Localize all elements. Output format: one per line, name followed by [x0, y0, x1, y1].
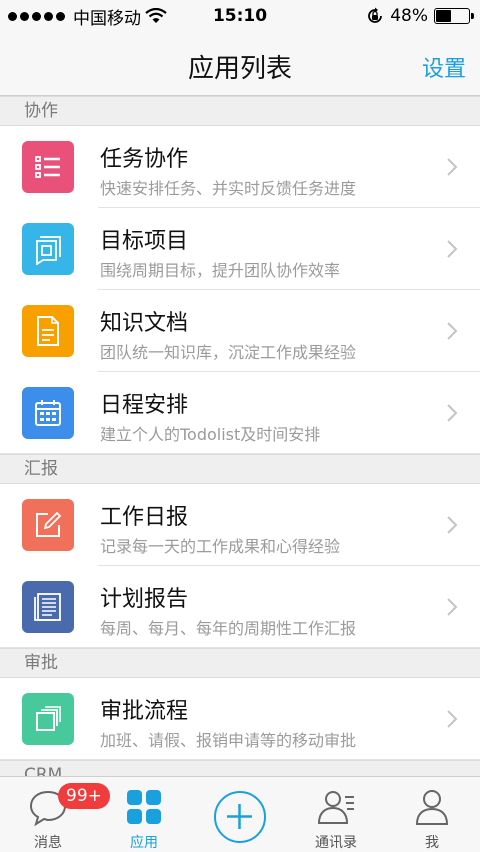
tab-label: 我 [425, 835, 439, 851]
tab-apps[interactable]: 应用 [96, 777, 192, 852]
person-icon [415, 790, 449, 825]
app-item-title: 计划报告 [100, 587, 189, 612]
section-header: CRM [0, 760, 480, 776]
rotation-lock-icon [368, 7, 383, 23]
chevron-right-icon [447, 404, 458, 422]
section-header: 汇报 [0, 454, 480, 484]
status-bar: 中国移动 15:10 48% [0, 0, 480, 32]
app-item-title: 目标项目 [100, 229, 189, 254]
add-button[interactable] [214, 791, 266, 843]
app-item-title: 任务协作 [100, 147, 189, 172]
contacts-icon [317, 791, 354, 824]
app-list[interactable]: 协作任务协作快速安排任务、并实时反馈任务进度目标项目围绕周期目标，提升团队协作效… [0, 96, 480, 776]
tab-label: 通讯录 [315, 835, 357, 851]
app-item-title: 日程安排 [100, 393, 189, 418]
settings-button[interactable]: 设置 [422, 51, 466, 83]
plus-icon [227, 804, 252, 829]
tab-label: 消息 [34, 835, 62, 851]
chevron-right-icon [447, 516, 458, 534]
tab-label: 应用 [130, 835, 158, 851]
app-item-calendar[interactable]: 日程安排建立个人的Todolist及时间安排 [0, 372, 480, 454]
task-list-icon [22, 141, 74, 193]
app-item-title: 工作日报 [100, 505, 189, 530]
app-item-target[interactable]: 目标项目围绕周期目标，提升团队协作效率 [0, 208, 480, 290]
app-item-description: 快速安排任务、并实时反馈任务进度 [100, 179, 357, 198]
row-divider [0, 759, 480, 760]
tab-bar: 99+ 消息 应用 通讯录 我 [0, 776, 480, 852]
tab-create[interactable] [192, 777, 288, 852]
app-item-description: 建立个人的Todolist及时间安排 [100, 425, 321, 444]
app-item-document[interactable]: 知识文档团队统一知识库，沉淀工作成果经验 [0, 290, 480, 372]
chevron-right-icon [447, 240, 458, 258]
document-icon [22, 305, 74, 357]
apps-grid-icon [127, 790, 161, 824]
app-item-description: 每周、每月、每年的周期性工作汇报 [100, 619, 357, 638]
calendar-icon [22, 387, 74, 439]
app-item-description: 加班、请假、报销申请等的移动审批 [100, 731, 357, 750]
app-item-title: 知识文档 [100, 311, 189, 336]
section-header: 审批 [0, 648, 480, 678]
app-item-approval[interactable]: 审批流程加班、请假、报销申请等的移动审批 [0, 678, 480, 760]
section-header: 协作 [0, 96, 480, 126]
edit-icon [22, 499, 74, 551]
tab-contacts[interactable]: 通讯录 [288, 777, 384, 852]
app-item-description: 团队统一知识库，沉淀工作成果经验 [100, 343, 357, 362]
app-item-edit[interactable]: 工作日报记录每一天的工作成果和心得经验 [0, 484, 480, 566]
approval-icon [22, 693, 74, 745]
page-title: 应用列表 [187, 54, 292, 84]
app-item-task-list[interactable]: 任务协作快速安排任务、并实时反馈任务进度 [0, 126, 480, 208]
chevron-right-icon [447, 322, 458, 340]
app-item-report[interactable]: 计划报告每周、每月、每年的周期性工作汇报 [0, 566, 480, 648]
app-item-description: 围绕周期目标，提升团队协作效率 [100, 261, 341, 280]
app-item-title: 审批流程 [100, 699, 189, 724]
row-divider [0, 647, 480, 648]
tab-me[interactable]: 我 [384, 777, 480, 852]
chevron-right-icon [447, 158, 458, 176]
battery-icon [434, 8, 474, 24]
battery-percent: 48% [390, 6, 428, 26]
chevron-right-icon [447, 710, 458, 728]
report-icon [22, 581, 74, 633]
navigation-bar: 应用列表 设置 [0, 32, 480, 96]
app-item-description: 记录每一天的工作成果和心得经验 [100, 537, 341, 556]
row-divider [0, 453, 480, 454]
target-icon [22, 223, 74, 275]
tab-messages[interactable]: 99+ 消息 [0, 777, 110, 852]
chevron-right-icon [447, 598, 458, 616]
